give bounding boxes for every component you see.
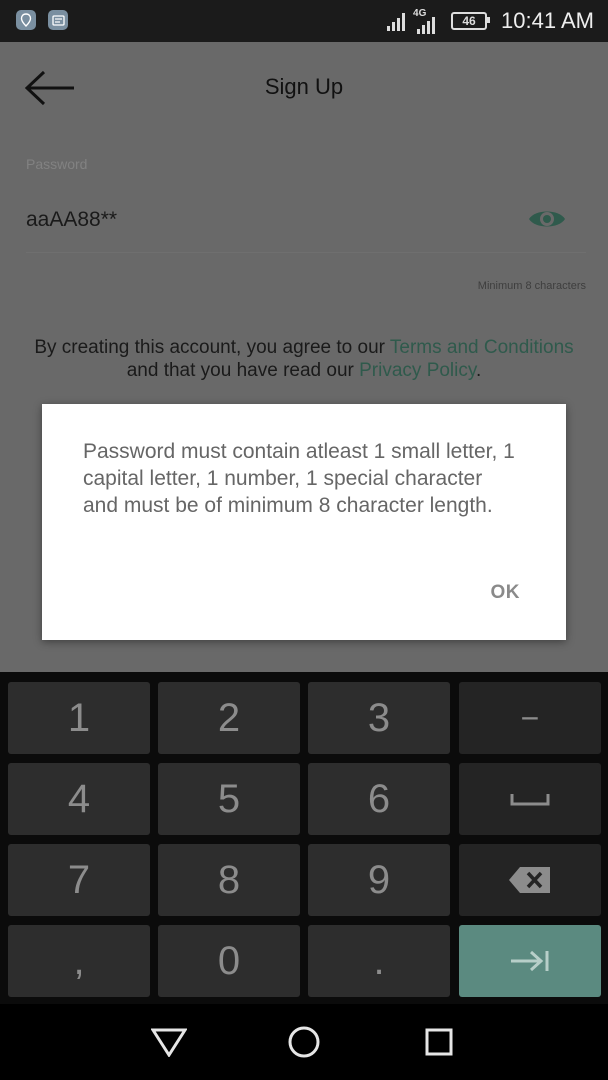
square-recents-icon[interactable] — [419, 1022, 459, 1062]
key-3[interactable]: 3 — [308, 682, 450, 754]
password-underline — [26, 252, 586, 253]
cell-signal-icon: 4G — [413, 8, 443, 34]
agreement-middle: and that you have read our — [126, 360, 360, 381]
space-bar-icon — [510, 794, 550, 806]
clock: 10:41 AM — [501, 8, 594, 33]
terms-agreement-text: By creating this account, you agree to o… — [30, 336, 578, 382]
terms-link[interactable]: Terms and Conditions — [390, 337, 574, 358]
wifi-signal-icon — [387, 11, 406, 31]
page-title: Sign Up — [264, 74, 344, 99]
notification-icons — [16, 10, 68, 30]
period-key[interactable]: . — [308, 925, 450, 997]
backspace-key[interactable] — [459, 844, 601, 916]
password-label: Password — [26, 156, 88, 172]
dialog-message: Password must contain atleast 1 small le… — [83, 440, 515, 517]
battery-level: 46 — [462, 14, 476, 28]
tab-next-icon — [511, 950, 549, 972]
ok-button[interactable]: OK — [491, 582, 521, 604]
key-9[interactable]: 9 — [308, 844, 450, 916]
password-hint: Minimum 8 characters — [477, 280, 586, 292]
privacy-policy-link[interactable]: Privacy Policy — [359, 360, 476, 381]
key-5[interactable]: 5 — [158, 763, 300, 835]
battery-icon: 46 — [451, 12, 491, 30]
message-notification-icon — [48, 10, 68, 30]
key-4[interactable]: 4 — [8, 763, 150, 835]
agreement-prefix: By creating this account, you agree to o… — [34, 337, 390, 358]
circle-home-icon[interactable] — [284, 1022, 324, 1062]
comma-key[interactable]: , — [8, 925, 150, 997]
backspace-icon — [509, 867, 550, 893]
next-key[interactable] — [459, 925, 601, 997]
key-0[interactable]: 0 — [158, 925, 300, 997]
location-notification-icon — [16, 10, 36, 30]
key-1[interactable]: 1 — [8, 682, 150, 754]
eye-icon[interactable] — [528, 206, 566, 232]
key-7[interactable]: 7 — [8, 844, 150, 916]
key-6[interactable]: 6 — [308, 763, 450, 835]
key-2[interactable]: 2 — [158, 682, 300, 754]
key-8[interactable]: 8 — [158, 844, 300, 916]
triangle-back-icon[interactable] — [149, 1022, 189, 1062]
password-input[interactable]: aaAA88** — [26, 208, 117, 232]
password-error-dialog: Password must contain atleast 1 small le… — [42, 404, 566, 640]
space-key[interactable] — [459, 763, 601, 835]
status-bar: 4G 46 10:41 AM — [0, 0, 608, 42]
minus-key[interactable]: − — [459, 682, 601, 754]
system-nav-bar — [0, 1004, 608, 1080]
numeric-keyboard: 1 2 3 − 4 5 6 7 8 9 , 0 . — [0, 672, 608, 1004]
agreement-suffix: . — [475, 360, 482, 381]
